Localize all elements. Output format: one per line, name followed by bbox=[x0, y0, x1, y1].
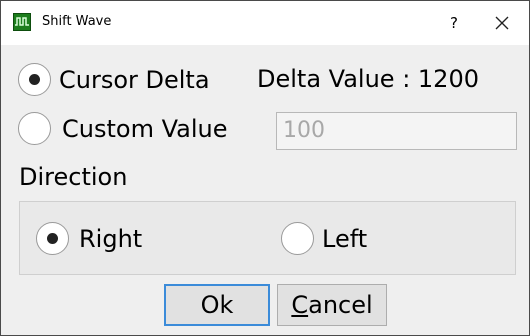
cancel-mnemonic: C bbox=[291, 291, 309, 319]
direction-right-option[interactable]: Right bbox=[36, 222, 142, 255]
cursor-delta-radio[interactable] bbox=[18, 63, 51, 96]
direction-left-option[interactable]: Left bbox=[281, 222, 367, 255]
custom-value-option[interactable]: Custom Value bbox=[18, 112, 227, 145]
window-title: Shift Wave bbox=[42, 14, 112, 29]
help-button[interactable]: ? bbox=[441, 10, 467, 36]
shift-wave-dialog: Shift Wave ? Cursor Delta Delta Value : … bbox=[0, 0, 530, 336]
right-label: Right bbox=[79, 224, 143, 253]
custom-value-input[interactable]: 100 bbox=[276, 112, 517, 150]
close-icon bbox=[495, 16, 509, 30]
delta-value-text: Delta Value : 1200 bbox=[257, 65, 479, 93]
left-label: Left bbox=[322, 224, 368, 253]
title-bar: Shift Wave ? bbox=[1, 1, 529, 45]
waveform-icon bbox=[13, 13, 31, 31]
ok-label: Ok bbox=[200, 291, 234, 319]
custom-value-label: Custom Value bbox=[62, 114, 228, 143]
custom-value-radio[interactable] bbox=[18, 112, 51, 145]
ok-button[interactable]: Ok bbox=[164, 284, 270, 326]
cursor-delta-option[interactable]: Cursor Delta bbox=[18, 63, 210, 96]
cancel-button[interactable]: Cancel bbox=[277, 284, 387, 326]
direction-heading: Direction bbox=[19, 163, 128, 191]
close-button[interactable] bbox=[487, 9, 517, 37]
right-radio[interactable] bbox=[36, 222, 69, 255]
help-label: ? bbox=[450, 14, 458, 32]
cancel-label: ancel bbox=[308, 291, 373, 319]
left-radio[interactable] bbox=[281, 222, 314, 255]
cursor-delta-label: Cursor Delta bbox=[59, 65, 210, 94]
